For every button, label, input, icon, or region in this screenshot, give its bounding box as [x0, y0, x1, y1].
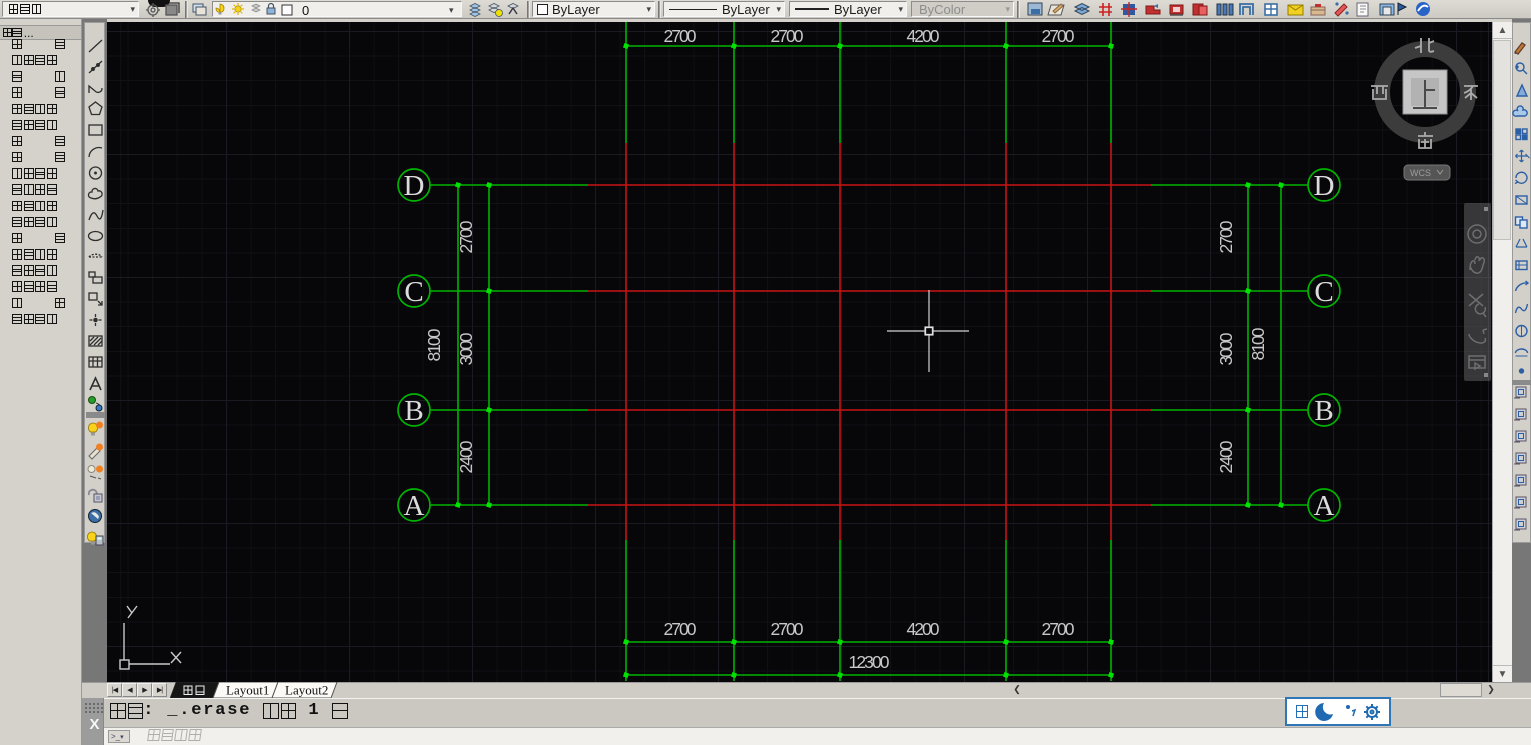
- svg-text:C: C: [404, 276, 423, 308]
- svg-text:2700: 2700: [1216, 220, 1236, 253]
- svg-text:3000: 3000: [456, 332, 476, 365]
- svg-text:A: A: [404, 490, 425, 522]
- svg-text:D: D: [1314, 170, 1335, 202]
- svg-text:2400: 2400: [1216, 440, 1236, 473]
- svg-text:Layout1: Layout1: [226, 683, 269, 698]
- svg-text:2700: 2700: [1042, 619, 1075, 639]
- svg-text:2700: 2700: [664, 26, 697, 46]
- svg-text:C: C: [1314, 276, 1333, 308]
- svg-text:2700: 2700: [771, 619, 804, 639]
- svg-text:D: D: [404, 170, 425, 202]
- svg-text:2400: 2400: [456, 440, 476, 473]
- svg-text:8100: 8100: [1248, 327, 1268, 360]
- svg-text:2700: 2700: [771, 26, 804, 46]
- svg-text:8100: 8100: [424, 328, 444, 361]
- svg-text:B: B: [1314, 395, 1333, 427]
- svg-text:4200: 4200: [907, 26, 940, 46]
- svg-text:4200: 4200: [907, 619, 940, 639]
- svg-text:WCS: WCS: [1410, 168, 1431, 178]
- svg-text:12300: 12300: [849, 652, 890, 672]
- svg-text:2700: 2700: [456, 220, 476, 253]
- svg-text:2700: 2700: [664, 619, 697, 639]
- svg-text:2700: 2700: [1042, 26, 1075, 46]
- svg-text:B: B: [404, 395, 423, 427]
- svg-text:Layout2: Layout2: [285, 683, 328, 698]
- svg-text:3000: 3000: [1216, 332, 1236, 365]
- svg-text:A: A: [1314, 490, 1335, 522]
